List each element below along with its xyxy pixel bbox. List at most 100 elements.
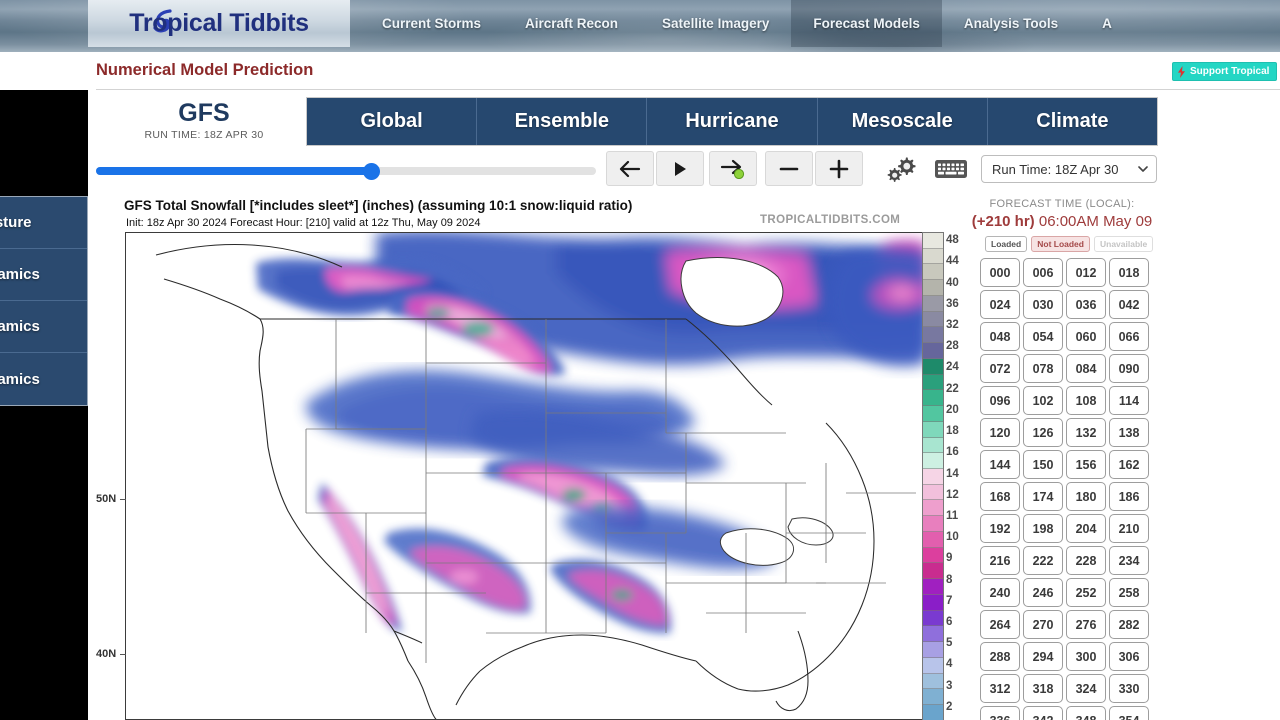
forecast-hour-294[interactable]: 294 xyxy=(1023,642,1063,671)
play-button[interactable] xyxy=(656,151,704,186)
side-menu-item-dynamics-2[interactable]: Dynamics xyxy=(0,301,87,353)
site-logo[interactable]: Tropical Tidbits xyxy=(88,0,350,47)
forecast-hour-114[interactable]: 114 xyxy=(1109,386,1149,415)
colorbar-segment xyxy=(923,500,943,517)
tab-global[interactable]: Global xyxy=(307,98,478,145)
forecast-hour-252[interactable]: 252 xyxy=(1066,578,1106,607)
forecast-hour-060[interactable]: 060 xyxy=(1066,322,1106,351)
nav-item-more[interactable]: A xyxy=(1080,0,1134,47)
forecast-hour-270[interactable]: 270 xyxy=(1023,610,1063,639)
forecast-hour-030[interactable]: 030 xyxy=(1023,290,1063,319)
minus-icon xyxy=(779,167,799,170)
forecast-hour-156[interactable]: 156 xyxy=(1066,450,1106,479)
forecast-hour-324[interactable]: 324 xyxy=(1066,674,1106,703)
plus-icon xyxy=(829,159,849,178)
forecast-hour-354[interactable]: 354 xyxy=(1109,706,1149,720)
forecast-hour-288[interactable]: 288 xyxy=(980,642,1020,671)
keyboard-shortcuts-button[interactable] xyxy=(932,151,970,186)
forecast-hour-096[interactable]: 096 xyxy=(980,386,1020,415)
forecast-hour-282[interactable]: 282 xyxy=(1109,610,1149,639)
forecast-hour-276[interactable]: 276 xyxy=(1066,610,1106,639)
tab-ensemble[interactable]: Ensemble xyxy=(477,98,648,145)
forecast-hour-084[interactable]: 084 xyxy=(1066,354,1106,383)
side-menu-item-dynamics-3[interactable]: Dynamics xyxy=(0,353,87,405)
side-menu-item-dynamics-1[interactable]: Dynamics xyxy=(0,249,87,301)
forecast-hour-000[interactable]: 000 xyxy=(980,258,1020,287)
forecast-hour-174[interactable]: 174 xyxy=(1023,482,1063,511)
nav-item-analysis-tools[interactable]: Analysis Tools xyxy=(942,0,1080,47)
forecast-hour-228[interactable]: 228 xyxy=(1066,546,1106,575)
settings-button[interactable] xyxy=(883,151,921,186)
forecast-hour-342[interactable]: 342 xyxy=(1023,706,1063,720)
forecast-hour-168[interactable]: 168 xyxy=(980,482,1020,511)
forecast-hour-132[interactable]: 132 xyxy=(1066,418,1106,447)
colorbar-segment xyxy=(923,484,943,501)
support-button[interactable]: Support Tropical xyxy=(1172,62,1278,81)
nav-item-current-storms[interactable]: Current Storms xyxy=(360,0,503,47)
tab-climate[interactable]: Climate xyxy=(988,98,1157,145)
forecast-hour-006[interactable]: 006 xyxy=(1023,258,1063,287)
forecast-hour-240[interactable]: 240 xyxy=(980,578,1020,607)
nav-item-satellite-imagery[interactable]: Satellite Imagery xyxy=(640,0,791,47)
previous-frame-button[interactable] xyxy=(606,151,654,186)
forecast-hour-036[interactable]: 036 xyxy=(1066,290,1106,319)
forecast-hour-120[interactable]: 120 xyxy=(980,418,1020,447)
colorbar-tick-label: 4 xyxy=(946,658,953,671)
colorbar-segment xyxy=(923,280,943,296)
forecast-hour-234[interactable]: 234 xyxy=(1109,546,1149,575)
legend-chip-not-loaded: Not Loaded xyxy=(1031,236,1090,252)
forecast-hour-348[interactable]: 348 xyxy=(1066,706,1106,720)
forecast-hour-126[interactable]: 126 xyxy=(1023,418,1063,447)
nav-item-forecast-models[interactable]: Forecast Models xyxy=(791,0,942,47)
forecast-hour-090[interactable]: 090 xyxy=(1109,354,1149,383)
forecast-hour-336[interactable]: 336 xyxy=(980,706,1020,720)
forecast-hour-180[interactable]: 180 xyxy=(1066,482,1106,511)
forecast-hour-300[interactable]: 300 xyxy=(1066,642,1106,671)
frame-slider[interactable] xyxy=(96,160,596,182)
forecast-hour-186[interactable]: 186 xyxy=(1109,482,1149,511)
forecast-hour-012[interactable]: 012 xyxy=(1066,258,1106,287)
zoom-out-button[interactable] xyxy=(765,151,813,186)
forecast-hour-150[interactable]: 150 xyxy=(1023,450,1063,479)
forecast-hour-318[interactable]: 318 xyxy=(1023,674,1063,703)
next-frame-button[interactable] xyxy=(709,151,757,186)
forecast-hour-072[interactable]: 072 xyxy=(980,354,1020,383)
model-info: GFS RUN TIME: 18Z APR 30 xyxy=(110,98,298,141)
forecast-time-value: (+210 hr) 06:00AM May 09 xyxy=(962,213,1162,230)
forecast-hour-102[interactable]: 102 xyxy=(1023,386,1063,415)
forecast-hour-144[interactable]: 144 xyxy=(980,450,1020,479)
forecast-hour-042[interactable]: 042 xyxy=(1109,290,1149,319)
forecast-hour-264[interactable]: 264 xyxy=(980,610,1020,639)
forecast-hour-204[interactable]: 204 xyxy=(1066,514,1106,543)
run-time-select[interactable]: Run Time: 18Z Apr 30 xyxy=(981,155,1157,183)
forecast-hour-312[interactable]: 312 xyxy=(980,674,1020,703)
zoom-in-button[interactable] xyxy=(815,151,863,186)
forecast-hour-108[interactable]: 108 xyxy=(1066,386,1106,415)
forecast-hour-192[interactable]: 192 xyxy=(980,514,1020,543)
forecast-hour-216[interactable]: 216 xyxy=(980,546,1020,575)
forecast-hour-246[interactable]: 246 xyxy=(1023,578,1063,607)
tab-hurricane[interactable]: Hurricane xyxy=(647,98,818,145)
forecast-hour-024[interactable]: 024 xyxy=(980,290,1020,319)
forecast-hour-grid: 000 006 012 018 024 030 036 042 048 054 060 066 072 0… xyxy=(980,258,1152,720)
forecast-hour-198[interactable]: 198 xyxy=(1023,514,1063,543)
tab-mesoscale[interactable]: Mesoscale xyxy=(818,98,988,145)
forecast-hour-048[interactable]: 048 xyxy=(980,322,1020,351)
forecast-hour-078[interactable]: 078 xyxy=(1023,354,1063,383)
forecast-hour-330[interactable]: 330 xyxy=(1109,674,1149,703)
legend-chip-unavailable: Unavailable xyxy=(1093,236,1154,252)
colorbar-segment xyxy=(923,642,943,658)
forecast-hour-138[interactable]: 138 xyxy=(1109,418,1149,447)
forecast-hour-018[interactable]: 018 xyxy=(1109,258,1149,287)
forecast-hour-306[interactable]: 306 xyxy=(1109,642,1149,671)
map-canvas[interactable] xyxy=(125,232,925,720)
side-menu-item-moisture[interactable]: Moisture xyxy=(0,197,87,249)
forecast-hour-258[interactable]: 258 xyxy=(1109,578,1149,607)
nav-item-aircraft-recon[interactable]: Aircraft Recon xyxy=(503,0,640,47)
forecast-hour-054[interactable]: 054 xyxy=(1023,322,1063,351)
forecast-hour-210[interactable]: 210 xyxy=(1109,514,1149,543)
forecast-hour-066[interactable]: 066 xyxy=(1109,322,1149,351)
forecast-hour-222[interactable]: 222 xyxy=(1023,546,1063,575)
forecast-hour-162[interactable]: 162 xyxy=(1109,450,1149,479)
frame-slider-thumb[interactable] xyxy=(363,163,380,180)
